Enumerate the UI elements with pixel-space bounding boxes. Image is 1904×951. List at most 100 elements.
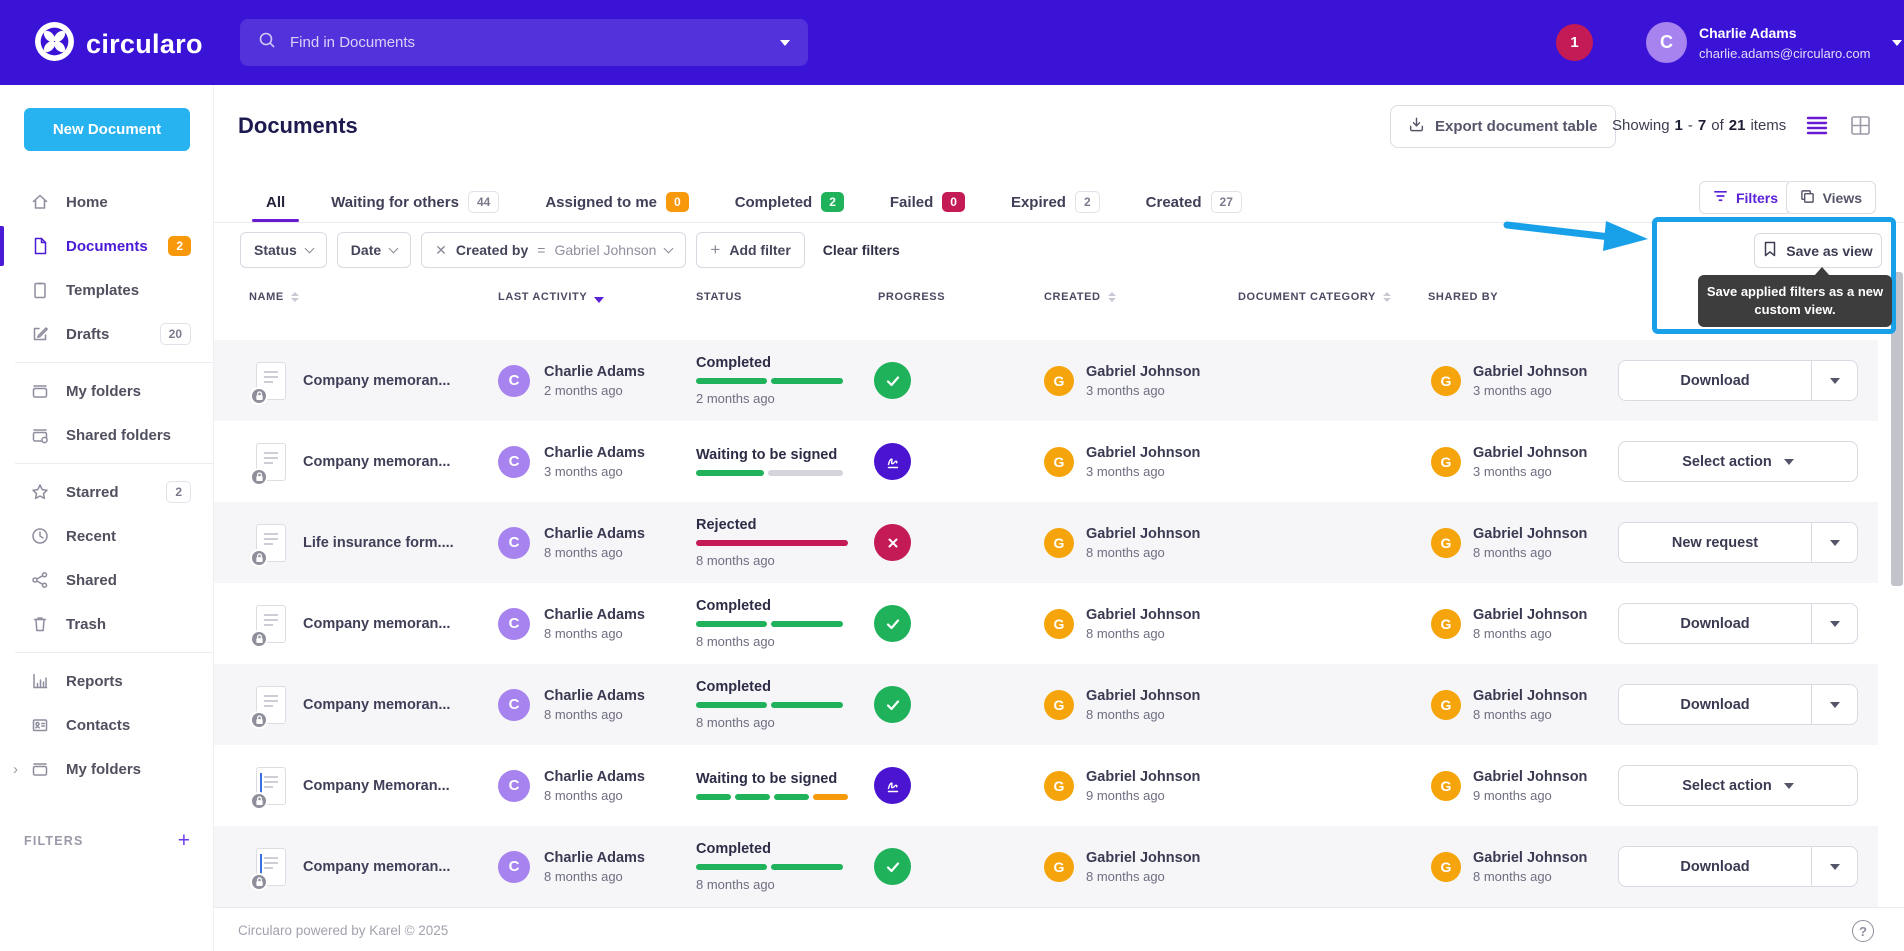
column-header-document-category[interactable]: DOCUMENT CATEGORY: [1238, 291, 1391, 303]
tab-failed[interactable]: Failed 0: [890, 182, 965, 222]
table-row[interactable]: Company Memoran... C Charlie Adams 8 mon…: [214, 745, 1878, 826]
row-action-button[interactable]: Download: [1618, 846, 1858, 887]
row-action-button[interactable]: Download: [1618, 603, 1858, 644]
created-avatar: G: [1044, 527, 1074, 558]
document-name[interactable]: Company memoran...: [303, 616, 450, 632]
table-row[interactable]: Company memoran... C Charlie Adams 8 mon…: [214, 826, 1878, 907]
document-name[interactable]: Company memoran...: [303, 454, 450, 470]
tab-created[interactable]: Created 27: [1146, 182, 1242, 222]
add-filter-plus-icon[interactable]: +: [178, 830, 190, 851]
row-action-button[interactable]: Download: [1618, 360, 1858, 401]
user-menu[interactable]: C Charlie Adams charlie.adams@circularo.…: [1646, 22, 1903, 63]
date-filter-chip[interactable]: Date: [336, 232, 412, 268]
created-by-filter-chip[interactable]: ✕ Created by = Gabriel Johnson: [421, 232, 687, 268]
filters-button[interactable]: Filters: [1698, 181, 1792, 214]
action-dropdown-caret[interactable]: [1811, 523, 1857, 562]
footer: Circularo powered by Karel © 2025 ?: [214, 907, 1904, 951]
sort-icon[interactable]: [290, 292, 299, 302]
document-name[interactable]: Company memoran...: [303, 859, 450, 875]
action-dropdown-caret[interactable]: [1811, 847, 1857, 886]
table-row[interactable]: Company memoran... C Charlie Adams 2 mon…: [214, 340, 1878, 421]
sidebar-item-shared[interactable]: Shared: [0, 558, 213, 602]
action-dropdown-caret[interactable]: [1811, 604, 1857, 643]
sidebar-item-trash[interactable]: Trash: [0, 602, 213, 646]
action-dropdown-caret[interactable]: [1811, 361, 1857, 400]
row-action-select[interactable]: Select action: [1618, 441, 1858, 482]
row-action-button[interactable]: Download: [1618, 684, 1858, 725]
sidebar-item-shared-folders[interactable]: Shared folders: [0, 413, 213, 457]
document-name[interactable]: Company memoran...: [303, 697, 450, 713]
sidebar-item-contacts[interactable]: Contacts: [0, 703, 213, 747]
activity-time: 3 months ago: [544, 463, 623, 479]
sidebar-item-reports[interactable]: Reports: [0, 659, 213, 703]
sidebar-item-templates[interactable]: Templates: [0, 268, 213, 312]
new-document-button[interactable]: New Document: [24, 108, 190, 151]
sidebar-item-my-folders[interactable]: My folders: [0, 369, 213, 413]
tab-expired[interactable]: Expired 2: [1011, 182, 1100, 222]
table-row[interactable]: Life insurance form.... C Charlie Adams …: [214, 502, 1878, 583]
sidebar-item-drafts[interactable]: Drafts 20: [0, 312, 213, 356]
sidebar-item-home[interactable]: Home: [0, 180, 213, 224]
table-row[interactable]: Company memoran... C Charlie Adams 3 mon…: [214, 421, 1878, 502]
status-filter-chip[interactable]: Status: [240, 232, 327, 268]
row-action-select[interactable]: Select action: [1618, 765, 1858, 806]
document-name[interactable]: Company Memoran...: [303, 778, 450, 794]
column-header-shared-by[interactable]: SHARED BY: [1428, 291, 1498, 303]
sort-icon[interactable]: [1382, 292, 1391, 302]
action-dropdown-caret[interactable]: [1811, 685, 1857, 724]
created-avatar: G: [1044, 446, 1074, 477]
document-thumbnail-icon: [250, 361, 286, 405]
download-icon: [1408, 116, 1425, 137]
tab-completed[interactable]: Completed 2: [735, 182, 844, 222]
shared-by-avatar: G: [1431, 365, 1461, 396]
help-icon[interactable]: ?: [1852, 920, 1874, 942]
add-filter-chip[interactable]: + Add filter: [696, 232, 805, 268]
chevron-right-icon[interactable]: ›: [13, 761, 18, 778]
export-document-table-button[interactable]: Export document table: [1390, 105, 1616, 148]
tab-all[interactable]: All: [251, 182, 300, 222]
views-button[interactable]: Views: [1785, 181, 1876, 214]
created-user-name: Gabriel Johnson: [1086, 768, 1201, 785]
bookmark-icon: [1763, 241, 1777, 260]
activity-time: 8 months ago: [544, 787, 623, 803]
global-search[interactable]: [240, 19, 808, 66]
search-input[interactable]: [290, 34, 766, 51]
column-header-name[interactable]: NAME: [249, 291, 299, 303]
grid-view-icon[interactable]: [1850, 115, 1871, 141]
remove-filter-icon[interactable]: ✕: [435, 242, 447, 259]
column-header-label: PROGRESS: [878, 291, 946, 303]
activity-time: 8 months ago: [544, 544, 623, 560]
created-avatar: G: [1044, 851, 1074, 882]
sidebar-item-starred[interactable]: Starred 2: [0, 470, 213, 514]
document-name[interactable]: Life insurance form....: [303, 535, 454, 551]
trash-icon: [30, 614, 50, 634]
sort-icon[interactable]: [1107, 292, 1116, 302]
column-header-last-activity[interactable]: LAST ACTIVITY: [498, 291, 605, 303]
brand-logo[interactable]: circularo: [34, 21, 203, 67]
row-action-button[interactable]: New request: [1618, 522, 1858, 563]
tab-assigned-to-me[interactable]: Assigned to me 0: [545, 182, 689, 222]
sidebar-item-recent[interactable]: Recent: [0, 514, 213, 558]
select-caret-icon: [1783, 458, 1794, 465]
table-row[interactable]: Company memoran... C Charlie Adams 8 mon…: [214, 664, 1878, 745]
chevron-down-icon: [663, 243, 674, 253]
template-icon: [30, 280, 50, 300]
notification-badge[interactable]: 1: [1556, 24, 1593, 61]
list-view-icon[interactable]: [1806, 115, 1828, 140]
tab-waiting-for-others[interactable]: Waiting for others 44: [331, 182, 500, 222]
sidebar-item-my-folders[interactable]: › My folders: [0, 747, 213, 791]
sidebar-item-badge: 2: [168, 236, 191, 256]
save-as-view-button[interactable]: Save as view: [1754, 233, 1882, 268]
column-header-status[interactable]: STATUS: [696, 291, 742, 303]
tab-count-badge: 0: [942, 192, 965, 212]
sort-desc-active-icon[interactable]: [594, 296, 605, 303]
column-header-created[interactable]: CREATED: [1044, 291, 1116, 303]
shared-by-time: 3 months ago: [1473, 382, 1552, 398]
sidebar-item-documents[interactable]: Documents 2: [0, 224, 213, 268]
search-scope-caret-icon[interactable]: [780, 39, 790, 46]
column-header-progress[interactable]: PROGRESS: [878, 291, 945, 303]
table-row[interactable]: Company memoran... C Charlie Adams 8 mon…: [214, 583, 1878, 664]
sidebar-item-label: My folders: [66, 382, 142, 400]
clear-filters-link[interactable]: Clear filters: [823, 242, 900, 258]
document-name[interactable]: Company memoran...: [303, 373, 450, 389]
